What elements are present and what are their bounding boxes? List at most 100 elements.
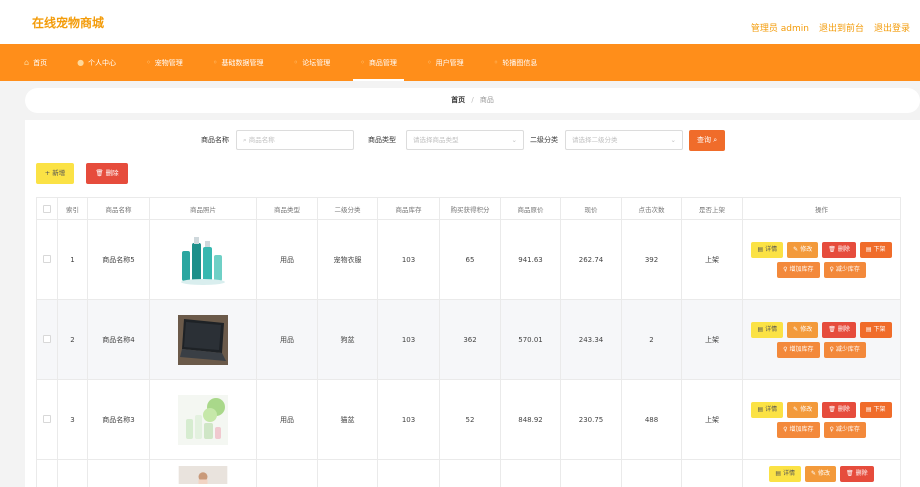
nav-label: 用户管理 xyxy=(435,58,464,67)
clicks-cell: 2 xyxy=(621,299,682,380)
edit-button[interactable]: ✎ 修改 xyxy=(787,241,819,258)
reduce-stock-button[interactable]: ♀ 减少库存 xyxy=(823,421,866,438)
nav-item-users[interactable]: ◦ 用户管理 xyxy=(412,44,479,81)
stock-cell: 103 xyxy=(377,219,440,300)
add-stock-button[interactable]: ♀ 增加库存 xyxy=(777,261,820,278)
delete-button[interactable]: 🗑 删除 xyxy=(840,466,874,482)
row-checkbox[interactable] xyxy=(43,414,51,423)
add-button[interactable]: + 新增 xyxy=(36,163,74,184)
actions-cell: ▤ 详情 ✎ 修改 🗑 删除 ▤ 下架 ♀ 增加库存 ♀ 减少库存 xyxy=(742,379,901,460)
logout-link[interactable]: 退出登录 xyxy=(874,21,910,34)
original-price-cell: 570.01 xyxy=(500,299,561,380)
query-button[interactable]: 查询 ⌕ xyxy=(689,130,726,151)
query-label: 查询 xyxy=(697,136,711,144)
nav-item-profile[interactable]: ● 个人中心 xyxy=(62,44,131,81)
subtype-placeholder: 请选择二级分类 xyxy=(572,136,618,144)
delete-button[interactable]: 🗑 删除 xyxy=(822,401,856,418)
exit-to-front-link[interactable]: 退出到前台 xyxy=(819,21,864,34)
unlist-button[interactable]: ▤ 下架 xyxy=(859,241,892,258)
delete-button[interactable]: 🗑 删除 xyxy=(822,241,856,258)
reduce-stock-label: 减少库存 xyxy=(835,345,860,353)
edit-label: 修改 xyxy=(800,325,813,333)
unlist-label: 下架 xyxy=(873,405,886,413)
nav-label: 商品管理 xyxy=(368,58,397,67)
nav-label: 首页 xyxy=(33,58,48,67)
row-checkbox[interactable] xyxy=(43,254,51,263)
delete-label: 删除 xyxy=(837,245,850,253)
delete-button[interactable]: 🗑 删除 xyxy=(822,321,856,338)
add-stock-label: 增加库存 xyxy=(789,265,814,273)
add-stock-button[interactable]: ♀ 增加库存 xyxy=(777,341,820,358)
subtype-select[interactable]: 请选择二级分类 ⌄ xyxy=(565,130,683,150)
nav-item-forum[interactable]: ◦ 论坛管理 xyxy=(279,44,346,81)
menu-icon: ◦ xyxy=(426,58,432,67)
detail-button[interactable]: ▤ 详情 xyxy=(769,466,801,482)
edit-label: 修改 xyxy=(800,405,813,413)
breadcrumb: 首页 / 商品 xyxy=(25,88,920,113)
menu-icon: ◦ xyxy=(293,58,299,67)
column-header[interactable]: 点击次数 xyxy=(621,197,682,220)
photo-cell xyxy=(149,379,257,460)
column-header[interactable]: 商品名称 xyxy=(87,197,150,220)
clicks-cell: 488 xyxy=(621,379,682,460)
pencil-icon: ✎ xyxy=(793,405,799,413)
nav-item-carousel[interactable]: ◦ 轮播图信息 xyxy=(479,44,553,81)
select-all-checkbox[interactable] xyxy=(43,204,51,213)
reduce-stock-button[interactable]: ♀ 减少库存 xyxy=(823,261,866,278)
column-header[interactable]: 购买获得积分 xyxy=(439,197,501,220)
nav-item-home[interactable]: ⌂ 首页 xyxy=(20,44,62,81)
column-header[interactable]: 商品原价 xyxy=(500,197,561,220)
type-cell: 用品 xyxy=(256,299,318,380)
detail-button[interactable]: ▤ 详情 xyxy=(751,401,784,418)
detail-label: 详情 xyxy=(765,405,778,413)
delete-label: 删除 xyxy=(837,405,850,413)
add-stock-label: 增加库存 xyxy=(789,345,814,353)
nav-label: 论坛管理 xyxy=(302,58,331,67)
column-header[interactable]: 商品库存 xyxy=(377,197,440,220)
nav-label: 轮播图信息 xyxy=(502,58,538,67)
column-header[interactable]: 是否上架 xyxy=(681,197,743,220)
detail-button[interactable]: ▤ 详情 xyxy=(751,241,784,258)
column-header[interactable]: 索引 xyxy=(57,197,88,220)
menu-icon: ◦ xyxy=(212,58,218,67)
goods-photo xyxy=(181,236,225,285)
site-brand[interactable]: 在线宠物商城 xyxy=(32,14,104,31)
photo-cell xyxy=(149,219,257,300)
index-cell: 2 xyxy=(57,299,88,380)
column-header[interactable]: 现价 xyxy=(560,197,622,220)
detail-button[interactable]: ▤ 详情 xyxy=(751,321,784,338)
goods-type-placeholder: 请选择商品类型 xyxy=(413,136,459,144)
chevron-down-icon: ⌄ xyxy=(511,136,517,144)
goods-name-placeholder: 商品名称 xyxy=(248,136,275,144)
document-icon: ▤ xyxy=(757,405,764,413)
goods-name-input[interactable]: ⌕ 商品名称 xyxy=(236,130,354,150)
column-header[interactable]: 商品类型 xyxy=(256,197,318,220)
edit-button[interactable]: ✎ 修改 xyxy=(787,401,819,418)
reduce-stock-button[interactable]: ♀ 减少库存 xyxy=(823,341,866,358)
user-icon: ● xyxy=(77,58,85,67)
edit-button[interactable]: ✎ 修改 xyxy=(787,321,819,338)
goods-type-select[interactable]: 请选择商品类型 ⌄ xyxy=(406,130,524,150)
detail-label: 详情 xyxy=(765,325,778,333)
pencil-icon: ✎ xyxy=(793,245,799,253)
add-stock-button[interactable]: ♀ 增加库存 xyxy=(777,421,820,438)
batch-delete-button[interactable]: 🗑 删除 xyxy=(86,163,128,184)
nav-label: 个人中心 xyxy=(88,58,117,67)
points-cell: 362 xyxy=(439,299,501,380)
unlist-button[interactable]: ▤ 下架 xyxy=(859,401,892,418)
edit-button[interactable]: ✎ 修改 xyxy=(805,466,837,482)
subtype-cell: 猫盆 xyxy=(317,379,378,460)
row-checkbox[interactable] xyxy=(43,334,51,343)
price-cell: 230.75 xyxy=(560,379,622,460)
delete-label: 删除 xyxy=(855,470,868,477)
nav-item-basic-data[interactable]: ◦ 基础数据管理 xyxy=(198,44,279,81)
detail-label: 详情 xyxy=(765,245,778,253)
unlist-button[interactable]: ▤ 下架 xyxy=(859,321,892,338)
column-header[interactable]: 商品照片 xyxy=(149,197,257,220)
breadcrumb-home[interactable]: 首页 xyxy=(451,96,465,104)
goods-table: 索引 商品名称 商品照片 商品类型 二级分类 商品库存 购买获得积分 商品原价 … xyxy=(36,197,901,487)
nav-item-pets[interactable]: ◦ 宠物管理 xyxy=(131,44,198,81)
bulb-icon: ♀ xyxy=(783,265,788,273)
nav-item-goods[interactable]: ◦ 商品管理 xyxy=(345,44,412,81)
column-header[interactable]: 二级分类 xyxy=(317,197,378,220)
